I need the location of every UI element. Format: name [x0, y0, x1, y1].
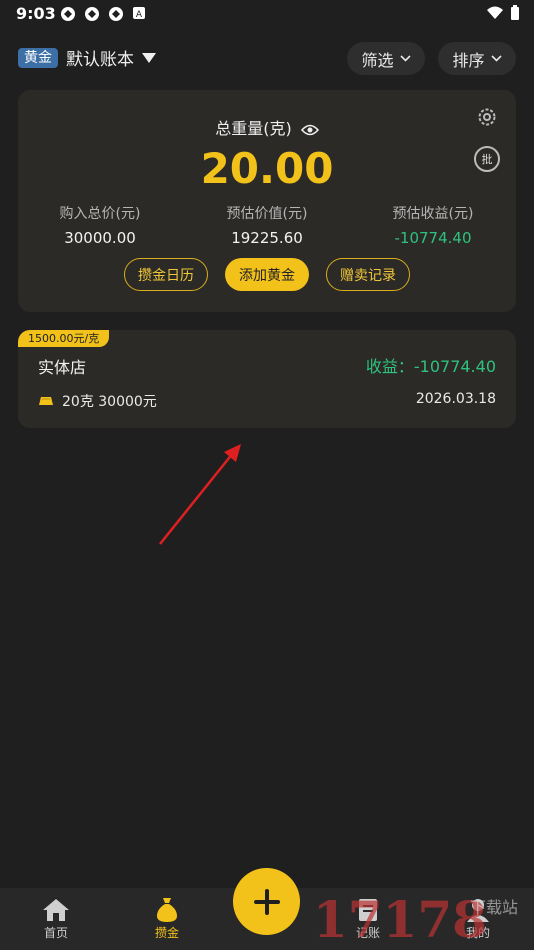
top-bar: 黄金 默认账本 筛选 排序: [0, 38, 534, 82]
eye-icon[interactable]: [300, 124, 319, 136]
estimated-value: 预估价值(元) 19225.60: [187, 203, 347, 247]
total-weight-value: 20.00: [200, 144, 334, 193]
sell-records-button[interactable]: 赠卖记录: [326, 258, 410, 291]
battery-icon: [511, 5, 519, 20]
account-book-selector[interactable]: 默认账本: [66, 45, 156, 70]
notification-icons: A: [60, 6, 146, 22]
wifi-icon: [487, 6, 503, 19]
sort-button[interactable]: 排序: [438, 42, 516, 75]
purchase-total-value: 30000.00: [64, 229, 136, 247]
nav-label-home: 首页: [43, 926, 68, 940]
notification-icon: [61, 7, 75, 21]
svg-text:A: A: [136, 10, 143, 20]
record-date: 2026.03.18: [415, 391, 496, 407]
purchase-total: 购入总价(元) 30000.00: [20, 203, 180, 247]
triangle-down-icon: [142, 52, 156, 63]
watermark-logo: 17178: [313, 890, 487, 949]
chevron-down-icon: [399, 55, 411, 62]
gold-bar-icon: [39, 397, 53, 405]
filter-label: 筛选: [361, 50, 394, 70]
add-record-fab[interactable]: [233, 868, 300, 935]
estimated-profit: 预估收益(元) -10774.40: [353, 203, 513, 247]
record-profit: 收益：-10774.40: [365, 357, 496, 376]
filter-button[interactable]: 筛选: [347, 42, 425, 75]
estimated-value-value: 19225.60: [231, 229, 303, 247]
notification-icon: [85, 7, 99, 21]
savings-calendar-button[interactable]: 攒金日历: [124, 258, 208, 291]
status-bar: 9:03 A: [0, 0, 534, 28]
home-icon: [43, 899, 69, 921]
nav-item-savings[interactable]: 攒金: [127, 896, 207, 941]
unit-price-tag: 1500.00元/克: [18, 330, 110, 347]
status-right: [486, 5, 520, 21]
record-detail-text: 20克 30000元: [62, 394, 157, 410]
account-book-name: 默认账本: [66, 50, 134, 70]
gold-record-card[interactable]: 1500.00元/克 实体店 收益：-10774.40 20克 30000元 2…: [18, 330, 516, 428]
sort-label: 排序: [452, 50, 485, 70]
nav-label-savings: 攒金: [154, 926, 179, 940]
estimated-value-label: 预估价值(元): [226, 206, 308, 222]
total-weight-label: 总重量(克): [18, 115, 516, 139]
estimated-profit-value: -10774.40: [394, 229, 472, 247]
estimated-profit-label: 预估收益(元): [392, 206, 474, 222]
record-shop: 实体店: [38, 358, 87, 377]
status-time: 9:03: [16, 4, 56, 23]
nav-item-home[interactable]: 首页: [16, 896, 96, 941]
summary-card: 批 总重量(克) 20.00 购入总价(元) 30000.00 预估价值(元) …: [18, 90, 516, 312]
notification-icon: [109, 7, 123, 21]
chevron-down-icon: [490, 55, 502, 62]
watermark-sub: 下载站: [470, 898, 519, 917]
add-gold-button[interactable]: 添加黄金: [225, 258, 309, 291]
record-detail: 20克 30000元: [38, 391, 157, 411]
purchase-total-label: 购入总价(元): [59, 206, 141, 222]
plus-icon: [253, 888, 280, 915]
app-notification-icon: A: [133, 7, 145, 20]
money-bag-icon: [157, 898, 177, 922]
asset-type-tag[interactable]: 黄金: [18, 48, 58, 68]
